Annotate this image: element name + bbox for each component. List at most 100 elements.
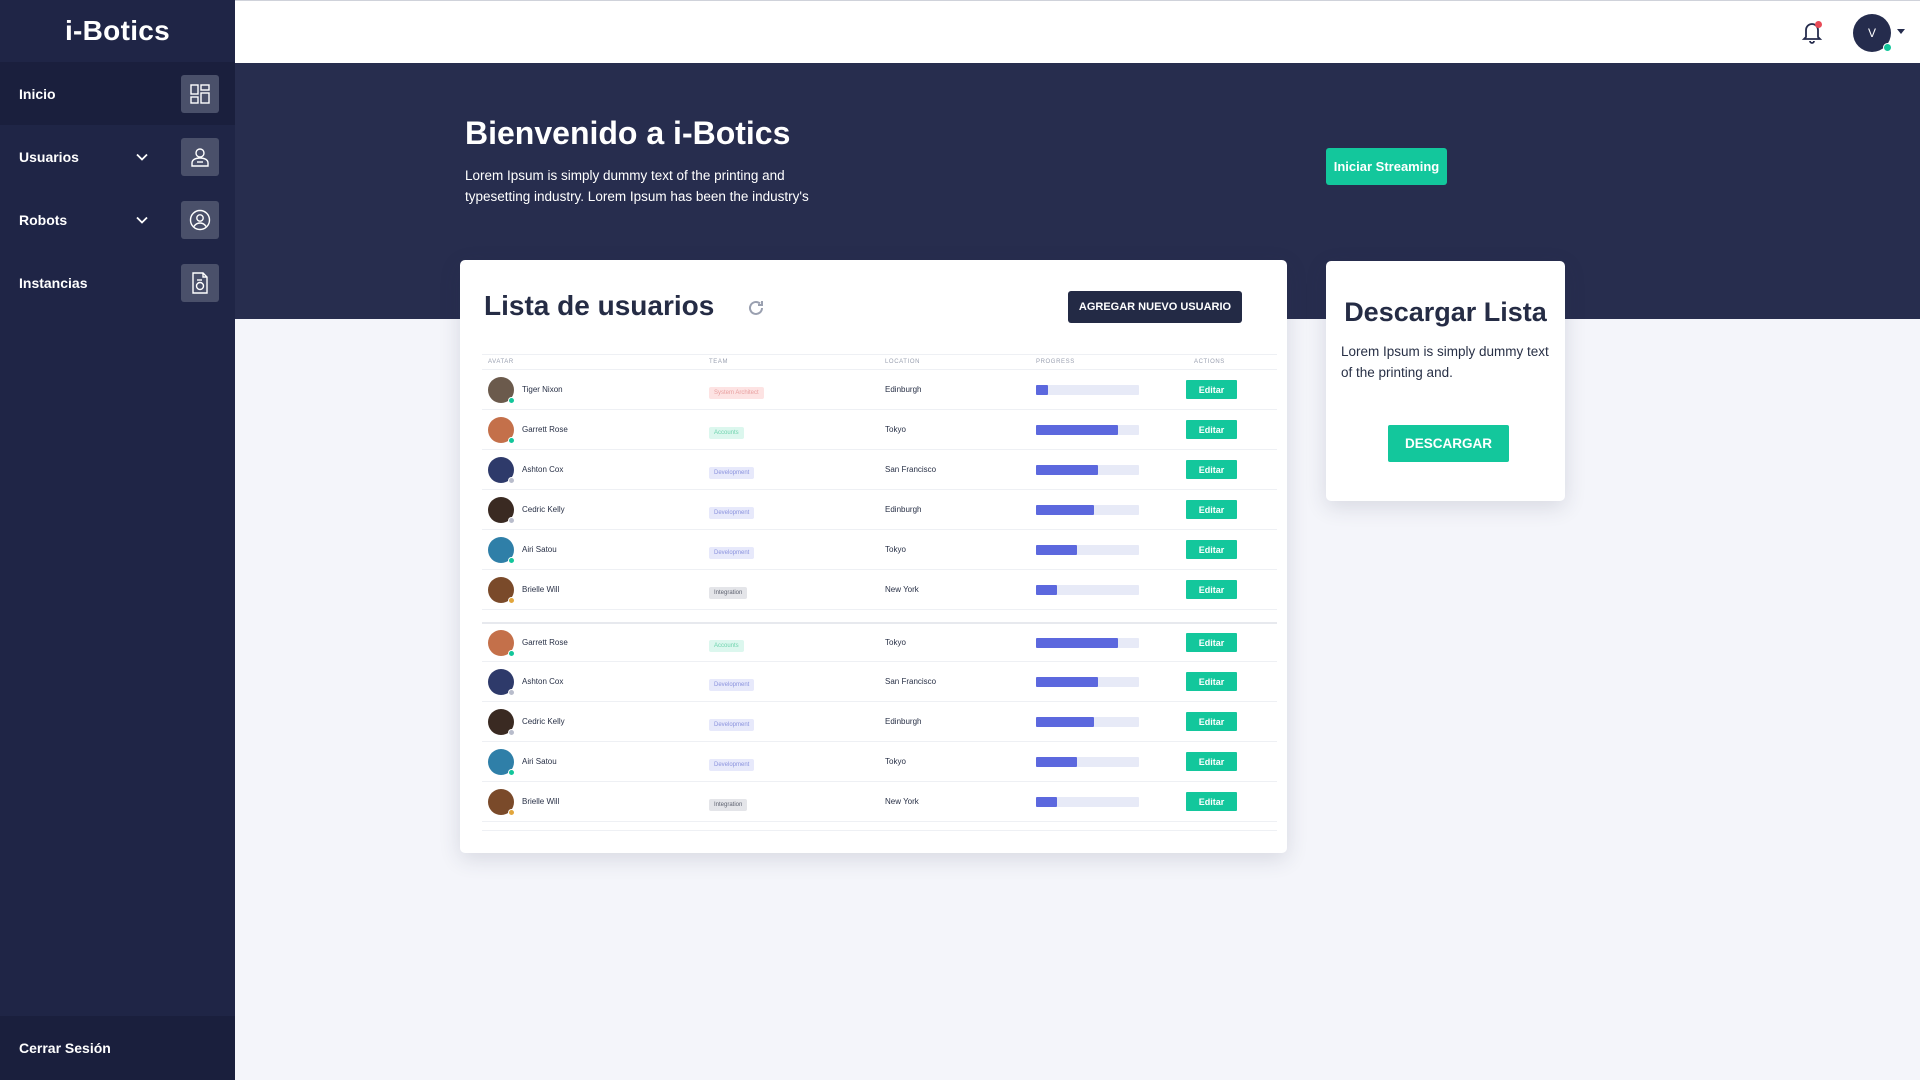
avatar (488, 376, 515, 404)
actions-cell: Editar (1186, 752, 1277, 771)
user-name: Cedric Kelly (522, 505, 565, 514)
team-badge: System Architect (709, 386, 764, 399)
edit-button[interactable]: Editar (1186, 500, 1237, 519)
users-card: Lista de usuarios AGREGAR NUEVO USUARIO … (460, 260, 1287, 853)
chevron-down-icon[interactable] (131, 209, 153, 231)
actions-cell: Editar (1186, 540, 1277, 559)
sidebar-item-inicio[interactable]: Inicio (0, 62, 235, 125)
robot-icon (181, 200, 219, 239)
user-cell: Tiger Nixon (482, 376, 709, 404)
user-name: Cedric Kelly (522, 717, 565, 726)
edit-button[interactable]: Editar (1186, 633, 1237, 652)
edit-button[interactable]: Editar (1186, 540, 1237, 559)
table-body: Tiger Nixon System Architect Edinburgh Edit… (482, 370, 1277, 822)
add-user-button[interactable]: AGREGAR NUEVO USUARIO (1068, 291, 1242, 323)
column-header-actions: Actions (1194, 359, 1225, 365)
team-cell: Development (709, 753, 885, 771)
actions-cell: Editar (1186, 712, 1277, 731)
team-cell: Integration (709, 793, 885, 811)
logout-button[interactable]: Cerrar Sesión (0, 1016, 235, 1080)
edit-button[interactable]: Editar (1186, 420, 1237, 439)
team-badge: Integration (709, 586, 748, 599)
progress-fill (1036, 716, 1094, 727)
hero-description: Lorem Ipsum is simply dummy text of the … (465, 168, 809, 204)
avatar (488, 708, 515, 736)
avatar (488, 496, 515, 524)
team-badge: Development (709, 718, 755, 731)
team-cell: Development (709, 673, 885, 691)
team-badge: Development (709, 466, 755, 479)
status-dot (508, 728, 515, 736)
team-cell: Development (709, 461, 885, 479)
top-bar: V (235, 0, 1920, 63)
avatar (488, 748, 515, 776)
user-cell: Garrett Rose (482, 416, 709, 444)
table-row: Ashton Cox Development San Francisco Editar (482, 662, 1277, 702)
progress-fill (1036, 384, 1049, 395)
actions-cell: Editar (1186, 500, 1277, 519)
notification-bell-icon[interactable] (1799, 19, 1825, 45)
table-row: Ashton Cox Development San Francisco Editar (482, 450, 1277, 490)
edit-button[interactable]: Editar (1186, 792, 1237, 811)
progress-cell (1036, 637, 1186, 648)
hero-title: Bienvenido a i-Botics (465, 115, 791, 151)
avatar (488, 456, 515, 484)
chevron-down-icon[interactable] (131, 146, 153, 168)
avatar (488, 668, 515, 696)
column-header-progress: Progress (1036, 359, 1075, 365)
user-cell: Cedric Kelly (482, 496, 709, 524)
user-name: Ashton Cox (522, 677, 564, 686)
user-cell: Cedric Kelly (482, 708, 709, 736)
refresh-icon[interactable] (746, 298, 766, 318)
progress-cell (1036, 464, 1186, 475)
team-cell: Development (709, 713, 885, 731)
progress-bar (1036, 384, 1139, 395)
table-row: Tiger Nixon System Architect Edinburgh Edit… (482, 370, 1277, 410)
team-cell: Accounts (709, 634, 885, 652)
avatar (488, 536, 515, 564)
avatar (488, 788, 515, 816)
progress-cell (1036, 676, 1186, 687)
caret-down-icon[interactable] (1897, 29, 1905, 34)
edit-button[interactable]: Editar (1186, 752, 1237, 771)
notification-dot (1815, 21, 1822, 28)
user-name: Brielle Will (522, 585, 560, 594)
location-cell: Edinburgh (885, 505, 922, 514)
sidebar-item-instancias[interactable]: Instancias (0, 251, 235, 314)
start-streaming-button[interactable]: Iniciar Streaming (1326, 148, 1447, 185)
team-badge: Development (709, 758, 755, 771)
team-badge: Development (709, 546, 755, 559)
progress-cell (1036, 796, 1186, 807)
table-row: Brielle Will Integration New York Editar (482, 782, 1277, 822)
progress-fill (1036, 796, 1057, 807)
progress-bar (1036, 756, 1139, 767)
location-cell: Tokyo (885, 545, 906, 554)
table-row: Cedric Kelly Development Edinburgh Editar (482, 702, 1277, 742)
progress-fill (1036, 676, 1098, 687)
edit-button[interactable]: Editar (1186, 380, 1237, 399)
actions-cell: Editar (1186, 420, 1277, 439)
download-card-title: Descargar Lista (1344, 297, 1547, 327)
user-name: Brielle Will (522, 797, 560, 806)
table-footer-divider (482, 830, 1277, 831)
user-avatar[interactable]: V (1853, 14, 1892, 52)
edit-button[interactable]: Editar (1186, 672, 1237, 691)
table-row: Brielle Will Integration New York Editar (482, 570, 1277, 610)
team-cell: Accounts (709, 421, 885, 439)
edit-button[interactable]: Editar (1186, 580, 1237, 599)
location-cell: Tokyo (885, 757, 906, 766)
location-cell: Tokyo (885, 425, 906, 434)
sidebar-item-label: Inicio (19, 85, 56, 102)
download-button[interactable]: DESCARGAR (1388, 425, 1509, 462)
edit-button[interactable]: Editar (1186, 460, 1237, 479)
sidebar-item-robots[interactable]: Robots (0, 188, 235, 251)
progress-bar (1036, 544, 1139, 555)
team-cell: System Architect (709, 381, 885, 399)
progress-bar (1036, 796, 1139, 807)
column-header-location: Location (885, 359, 921, 365)
progress-bar (1036, 676, 1139, 687)
sidebar-item-usuarios[interactable]: Usuarios (0, 125, 235, 188)
user-cell: Brielle Will (482, 788, 709, 816)
edit-button[interactable]: Editar (1186, 712, 1237, 731)
progress-bar (1036, 464, 1139, 475)
